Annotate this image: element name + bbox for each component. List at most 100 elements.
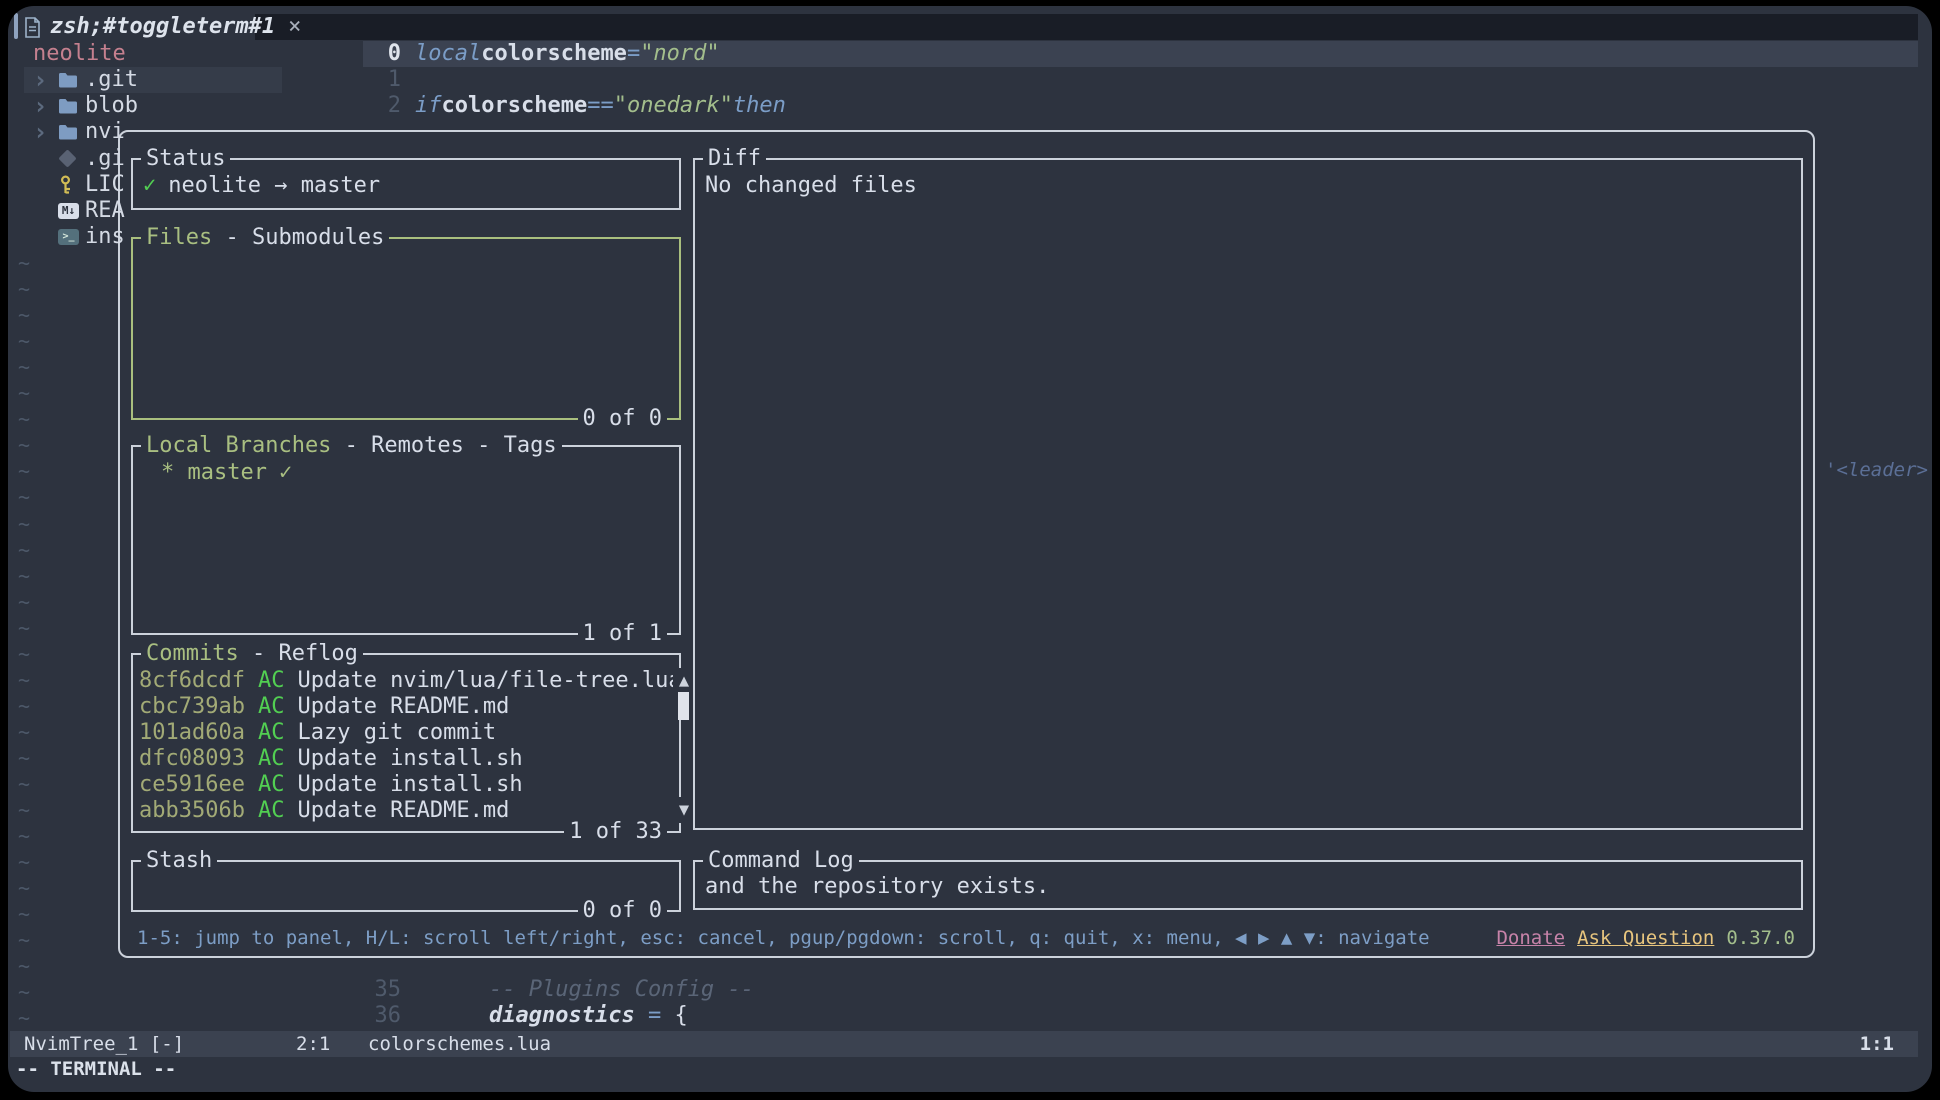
chevron-right-icon[interactable]: ›	[33, 93, 58, 119]
commit-row[interactable]: dfc08093ACUpdate install.sh	[139, 746, 679, 772]
stash-panel-title[interactable]: Stash	[141, 848, 217, 874]
tilde-empty-line: ~	[18, 537, 30, 563]
code-token: =	[627, 41, 640, 67]
lazygit-files-panel[interactable]: Files - Submodules 0 of 0	[131, 237, 681, 420]
statusline-position: 2:1	[296, 1031, 330, 1057]
commit-list: 8cf6dcdfACUpdate nvim/lua/file-tree.luac…	[133, 655, 679, 824]
chevron-right-icon[interactable]: ›	[33, 67, 58, 93]
lazygit-diff-panel[interactable]: Diff No changed files	[693, 158, 1803, 830]
commit-message: Update nvim/lua/file-tree.lua	[297, 668, 681, 694]
tree-item-blob[interactable]: ›blob	[8, 93, 308, 119]
tilde-empty-line: ~	[18, 484, 30, 510]
commit-message: Update README.md	[297, 798, 509, 824]
tree-item-git[interactable]: ›.git	[8, 67, 308, 93]
lazygit-float-window: Status ✓ neolite → master Files - Submod…	[118, 130, 1815, 958]
donate-link[interactable]: Donate	[1496, 925, 1565, 951]
tilde-empty-line: ~	[18, 875, 30, 901]
tree-item-label: REA	[85, 198, 125, 224]
scrollbar-thumb[interactable]	[678, 692, 689, 720]
markdown-icon: M↓	[58, 203, 85, 219]
line-number: 2	[363, 93, 401, 119]
commit-hash: 101ad60a	[139, 720, 245, 746]
code-token: {	[674, 1003, 687, 1029]
file-icon	[24, 17, 41, 38]
tilde-empty-line: ~	[18, 406, 30, 432]
tilde-empty-line: ~	[18, 849, 30, 875]
commit-row[interactable]: 8cf6dcdfACUpdate nvim/lua/file-tree.lua	[139, 668, 679, 694]
tree-item-label: nvi	[85, 119, 125, 145]
lazygit-stash-panel[interactable]: Stash 0 of 0	[131, 860, 681, 912]
line-number: 35	[363, 977, 401, 1003]
lazygit-command-log-panel[interactable]: Command Log and the repository exists.	[693, 860, 1803, 910]
command-log-text: and the repository exists.	[705, 874, 1049, 900]
code-token: if	[415, 93, 442, 119]
git-file-icon	[58, 152, 85, 165]
tilde-empty-line: ~	[18, 1005, 30, 1031]
statusline-buffer-name: NvimTree_1 [-]	[24, 1031, 184, 1057]
check-icon: ✓	[143, 173, 156, 199]
code-line-2: 2 if colorscheme == "onedark" then	[363, 93, 786, 119]
tree-item-label: .gi	[85, 146, 125, 172]
tab-title: zsh;#toggleterm#1	[50, 14, 275, 40]
diff-panel-title[interactable]: Diff	[703, 146, 766, 172]
commit-hash: dfc08093	[139, 746, 245, 772]
commit-row[interactable]: cbc739abACUpdate README.md	[139, 694, 679, 720]
commit-row[interactable]: ce5916eeACUpdate install.sh	[139, 772, 679, 798]
tilde-empty-line: ~	[18, 719, 30, 745]
lazygit-commits-panel[interactable]: Commits - Reflog 8cf6dcdfACUpdate nvim/l…	[131, 653, 681, 833]
tilde-empty-line: ~	[18, 901, 30, 927]
ask-question-link[interactable]: Ask Question	[1577, 925, 1714, 951]
code-token: then	[733, 93, 786, 119]
commit-author-initials: AC	[258, 668, 285, 694]
tab-toggleterm[interactable]: zsh;#toggleterm#1 ×	[24, 13, 301, 41]
folder-icon	[58, 72, 85, 88]
commit-message: Update install.sh	[297, 746, 522, 772]
chevron-right-icon[interactable]: ›	[33, 119, 58, 145]
files-panel-title[interactable]: Files - Submodules	[141, 225, 389, 251]
branch-name: * master	[161, 460, 267, 486]
repo-branch-text: neolite → master	[168, 173, 380, 199]
commits-panel-title[interactable]: Commits - Reflog	[141, 641, 363, 667]
code-line-1: 1	[363, 67, 415, 93]
tilde-empty-line: ~	[18, 458, 30, 484]
tilde-empty-line: ~	[18, 667, 30, 693]
code-token: "nord"	[640, 41, 719, 67]
scroll-down-icon[interactable]: ▼	[673, 797, 695, 823]
commit-message: Update install.sh	[297, 772, 522, 798]
lazygit-keybindings-bar: 1-5: jump to panel, H/L: scroll left/rig…	[137, 925, 1795, 951]
command-log-title[interactable]: Command Log	[703, 848, 859, 874]
line-number: 36	[363, 1003, 401, 1029]
tree-item-label: LIC	[85, 172, 125, 198]
folder-icon	[58, 124, 85, 140]
scroll-up-icon[interactable]: ▲	[673, 668, 695, 694]
branches-panel-title[interactable]: Local Branches - Remotes - Tags	[141, 433, 562, 459]
tab-close-icon[interactable]: ×	[288, 14, 301, 40]
code-token: local	[415, 41, 481, 67]
lazygit-branches-panel[interactable]: Local Branches - Remotes - Tags * master…	[131, 445, 681, 635]
tilde-empty-line: ~	[18, 563, 30, 589]
commit-row[interactable]: 101ad60aACLazy git commit	[139, 720, 679, 746]
tilde-empty-line: ~	[18, 823, 30, 849]
tilde-empty-line: ~	[18, 615, 30, 641]
tilde-empty-line: ~	[18, 771, 30, 797]
tilde-empty-line: ~	[18, 380, 30, 406]
status-panel-title[interactable]: Status	[141, 146, 230, 172]
filetree-root[interactable]: neolite	[33, 41, 126, 67]
mode-indicator: -- TERMINAL --	[16, 1056, 176, 1082]
tilde-empty-line: ~	[18, 589, 30, 615]
tilde-empty-line: ~	[18, 511, 30, 537]
tilde-empty-line: ~	[18, 276, 30, 302]
code-token: ==	[587, 93, 614, 119]
tree-item-label: ins	[85, 224, 125, 250]
tilde-empty-line: ~	[18, 927, 30, 953]
code-line-36: 36 diagnostics = {	[363, 1003, 688, 1029]
commit-message: Lazy git commit	[297, 720, 496, 746]
commit-message: Update README.md	[297, 694, 509, 720]
code-token: colorscheme	[442, 93, 588, 119]
code-token: diagnostics	[489, 1003, 635, 1029]
keybinding-hints: 1-5: jump to panel, H/L: scroll left/rig…	[137, 925, 1430, 951]
lazygit-status-panel[interactable]: Status ✓ neolite → master	[131, 158, 681, 210]
license-key-icon	[58, 175, 85, 195]
commit-hash: abb3506b	[139, 798, 245, 824]
commit-author-initials: AC	[258, 772, 285, 798]
